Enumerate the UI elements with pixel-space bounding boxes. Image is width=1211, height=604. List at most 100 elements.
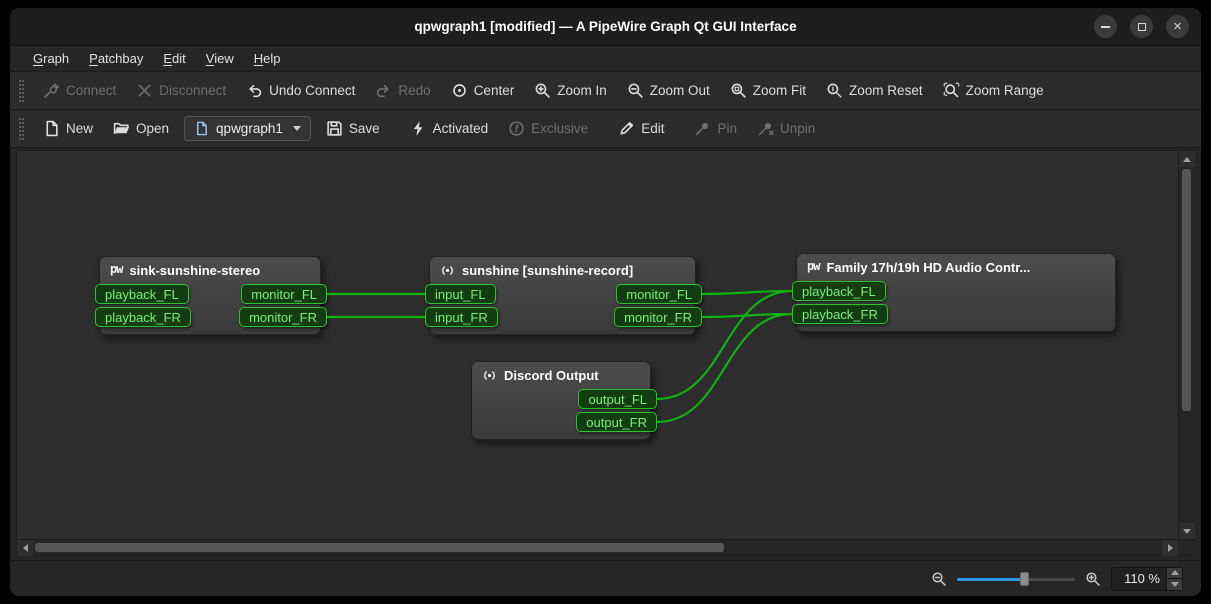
app-window: qpwgraph1 [modified] — A PipeWire Graph …: [10, 8, 1201, 596]
horizontal-scroll-handle[interactable]: [35, 543, 724, 552]
minimize-button[interactable]: [1094, 15, 1117, 38]
new-label: New: [66, 121, 93, 136]
port-input_FL[interactable]: input_FL: [425, 284, 496, 304]
port-monitor_FR[interactable]: monitor_FR: [614, 307, 702, 327]
zoom-increment-button[interactable]: [1166, 568, 1182, 580]
zoom-in-button[interactable]: Zoom In: [525, 77, 616, 104]
maximize-button[interactable]: [1130, 15, 1153, 38]
exclusive-icon: f: [508, 120, 525, 137]
graph-canvas[interactable]: pwsink-sunshine-stereoplayback_FLplaybac…: [17, 151, 1178, 539]
connect-plug-icon: [43, 82, 60, 99]
zoom-out-icon: [627, 82, 644, 99]
window-controls: ×: [1094, 8, 1189, 45]
scroll-down-button[interactable]: [1179, 523, 1195, 539]
pin-label: Pin: [717, 121, 737, 136]
scrollbar-corner: [1178, 539, 1194, 555]
center-label: Center: [474, 83, 515, 98]
node-family[interactable]: pwFamily 17h/19h HD Audio Contr...playba…: [796, 253, 1116, 332]
save-floppy-icon: [326, 120, 343, 137]
zoom-decrement-button[interactable]: [1166, 579, 1182, 590]
port-monitor_FL[interactable]: monitor_FL: [616, 284, 702, 304]
horizontal-scrollbar[interactable]: [17, 539, 1178, 555]
redo-button[interactable]: Redo: [366, 77, 439, 104]
zoom-slider-handle[interactable]: [1020, 572, 1029, 586]
port-playback_FL[interactable]: playback_FL: [95, 284, 189, 304]
zoom-out-button[interactable]: Zoom Out: [618, 77, 719, 104]
arrow-right-icon: [1168, 544, 1173, 552]
zoom-slider-groove: [957, 578, 1075, 581]
scroll-left-button[interactable]: [17, 540, 33, 556]
title-bar[interactable]: qpwgraph1 [modified] — A PipeWire Graph …: [10, 8, 1201, 46]
port-playback_FL[interactable]: playback_FL: [792, 281, 886, 301]
menu-item-view[interactable]: View: [197, 48, 243, 69]
port-output_FL[interactable]: output_FL: [578, 389, 657, 409]
close-icon: ×: [1173, 19, 1182, 34]
node-sunshine[interactable]: sunshine [sunshine-record]input_FLinput_…: [429, 256, 696, 335]
zoom-fit-label: Zoom Fit: [753, 83, 806, 98]
session-combo[interactable]: qpwgraph1: [184, 116, 311, 141]
unpin-icon: [757, 120, 774, 137]
node-title: sunshine [sunshine-record]: [430, 257, 695, 282]
menu-item-graph[interactable]: Graph: [24, 48, 78, 69]
port-playback_FR[interactable]: playback_FR: [95, 307, 191, 327]
menu-item-edit[interactable]: Edit: [154, 48, 194, 69]
zoom-reset-button[interactable]: Zoom Reset: [817, 77, 932, 104]
pipewire-icon: pw: [807, 260, 819, 275]
center-button[interactable]: Center: [442, 77, 524, 104]
undo-connect-button[interactable]: Undo Connect: [237, 77, 364, 104]
chevron-down-icon: [293, 126, 301, 131]
pencil-icon: [618, 120, 635, 137]
vertical-scrollbar[interactable]: [1178, 151, 1194, 539]
zoom-in-small-icon[interactable]: [1085, 571, 1101, 587]
toolbar-drag-handle-2[interactable]: [19, 118, 24, 140]
zoom-slider-fill: [957, 578, 1022, 581]
node-sink[interactable]: pwsink-sunshine-stereoplayback_FLplaybac…: [99, 256, 321, 335]
activated-button[interactable]: Activated: [401, 115, 498, 142]
connection-wires: [17, 151, 1178, 539]
menu-item-help[interactable]: Help: [245, 48, 290, 69]
zoom-spinbox[interactable]: 110 %: [1111, 567, 1183, 591]
save-button[interactable]: Save: [317, 115, 389, 142]
exclusive-button[interactable]: f Exclusive: [499, 115, 597, 142]
speaker-icon: [482, 368, 497, 383]
arrow-left-icon: [23, 544, 28, 552]
graph-view: pwsink-sunshine-stereoplayback_FLplaybac…: [16, 150, 1195, 556]
undo-connect-label: Undo Connect: [269, 83, 355, 98]
zoom-reset-icon: [826, 82, 843, 99]
pin-button[interactable]: Pin: [685, 115, 746, 142]
center-target-icon: [451, 82, 468, 99]
zoom-out-small-icon[interactable]: [931, 571, 947, 587]
port-output_FR[interactable]: output_FR: [576, 412, 657, 432]
disconnect-x-icon: [136, 82, 153, 99]
session-file-icon: [194, 121, 209, 136]
port-input_FR[interactable]: input_FR: [425, 307, 498, 327]
unpin-button[interactable]: Unpin: [748, 115, 824, 142]
scroll-up-button[interactable]: [1179, 151, 1195, 167]
vertical-scroll-handle[interactable]: [1182, 169, 1191, 411]
connect-button[interactable]: Connect: [34, 77, 125, 104]
zoom-range-button[interactable]: Zoom Range: [934, 77, 1053, 104]
spin-down-icon: [1171, 582, 1179, 587]
window-title: qpwgraph1 [modified] — A PipeWire Graph …: [414, 19, 796, 34]
port-playback_FR[interactable]: playback_FR: [792, 304, 888, 324]
edit-button[interactable]: Edit: [609, 115, 673, 142]
port-monitor_FR[interactable]: monitor_FR: [239, 307, 327, 327]
port-monitor_FL[interactable]: monitor_FL: [241, 284, 327, 304]
session-combo-value: qpwgraph1: [216, 121, 283, 136]
node-discord[interactable]: Discord Outputoutput_FLoutput_FR: [471, 361, 651, 440]
menu-item-patchbay[interactable]: Patchbay: [80, 48, 152, 69]
zoom-slider[interactable]: [957, 571, 1075, 587]
toolbar-drag-handle[interactable]: [19, 80, 24, 102]
disconnect-button[interactable]: Disconnect: [127, 77, 235, 104]
undo-icon: [246, 82, 263, 99]
zoom-out-label: Zoom Out: [650, 83, 710, 98]
node-title-text: Family 17h/19h HD Audio Contr...: [826, 260, 1030, 275]
open-button[interactable]: Open: [104, 115, 178, 142]
zoom-fit-button[interactable]: Zoom Fit: [721, 77, 815, 104]
scroll-right-button[interactable]: [1162, 540, 1178, 556]
new-button[interactable]: New: [34, 115, 102, 142]
zoom-in-label: Zoom In: [557, 83, 607, 98]
desktop-background: qpwgraph1 [modified] — A PipeWire Graph …: [0, 0, 1211, 604]
arrow-down-icon: [1183, 529, 1191, 534]
close-button[interactable]: ×: [1166, 15, 1189, 38]
